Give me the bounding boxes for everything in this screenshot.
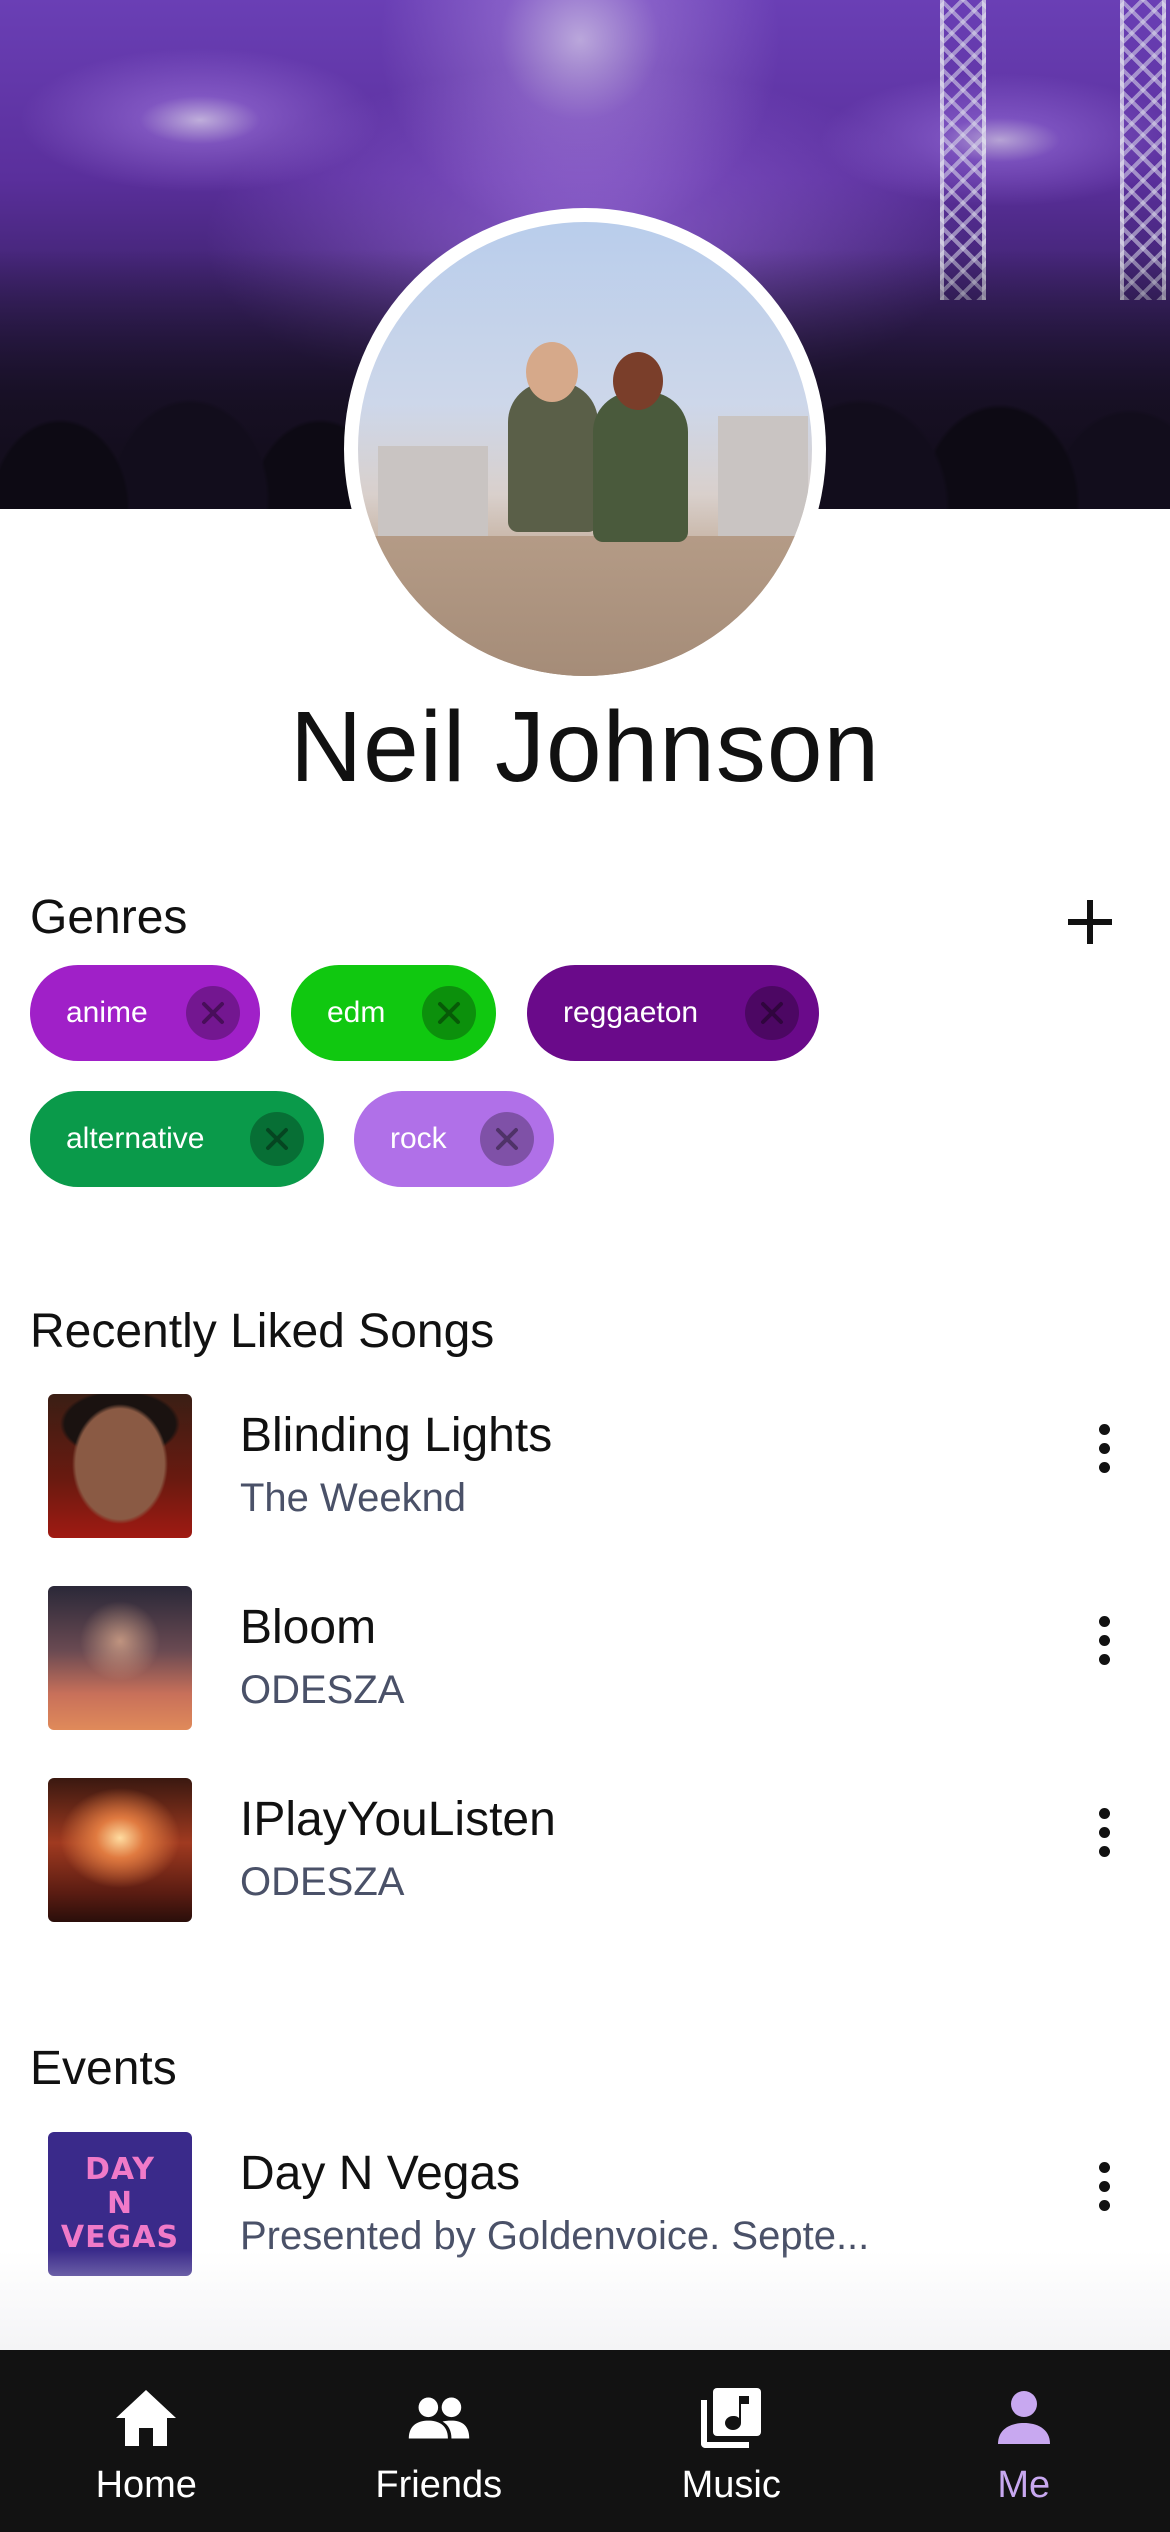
event-art-text: N — [106, 2186, 134, 2221]
event-art-text: DAY — [85, 2152, 155, 2187]
genre-chip-label: reggaeton — [563, 996, 699, 1029]
song-row[interactable]: Blinding Lights The Weeknd — [0, 1394, 1170, 1554]
song-row[interactable]: IPlayYouListen ODESZA — [0, 1778, 1170, 1938]
close-icon — [266, 1128, 288, 1150]
song-artist: ODESZA — [240, 1668, 405, 1712]
plus-icon — [1068, 900, 1112, 944]
close-icon — [761, 1002, 783, 1024]
close-icon — [202, 1002, 224, 1024]
nav-home[interactable]: Home — [0, 2350, 293, 2532]
nav-label: Home — [95, 2464, 197, 2506]
genres-heading: Genres — [30, 891, 188, 944]
song-artist: ODESZA — [240, 1860, 405, 1904]
genre-chip-label: edm — [327, 996, 386, 1029]
nav-label: Me — [997, 2464, 1051, 2506]
close-icon — [438, 1002, 460, 1024]
home-icon — [114, 2386, 178, 2450]
song-title: IPlayYouListen — [240, 1793, 556, 1846]
song-row[interactable]: Bloom ODESZA — [0, 1586, 1170, 1746]
person-icon — [992, 2386, 1056, 2450]
nav-label: Friends — [375, 2464, 503, 2506]
close-icon — [496, 1128, 518, 1150]
nav-music[interactable]: Music — [585, 2350, 878, 2532]
genre-chip-label: alternative — [66, 1122, 205, 1155]
genre-chip[interactable]: reggaeton — [527, 965, 819, 1061]
album-art — [48, 1778, 192, 1922]
more-options-icon[interactable] — [1080, 2146, 1128, 2226]
avatar-photo — [358, 222, 812, 676]
avatar[interactable] — [344, 208, 826, 690]
liked-songs-heading: Recently Liked Songs — [30, 1305, 495, 1358]
events-heading: Events — [30, 2042, 177, 2095]
bottom-navigation: Home Friends Music Me — [0, 2350, 1170, 2532]
genre-chip[interactable]: anime — [30, 965, 260, 1061]
remove-genre-button[interactable] — [480, 1112, 534, 1166]
more-options-icon[interactable] — [1080, 1408, 1128, 1488]
album-art — [48, 1586, 192, 1730]
scroll-fade — [0, 2250, 1170, 2350]
music-library-icon — [699, 2386, 763, 2450]
more-options-icon[interactable] — [1080, 1792, 1128, 1872]
nav-friends[interactable]: Friends — [293, 2350, 586, 2532]
album-art — [48, 1394, 192, 1538]
nav-me[interactable]: Me — [878, 2350, 1170, 2532]
remove-genre-button[interactable] — [250, 1112, 304, 1166]
remove-genre-button[interactable] — [422, 986, 476, 1040]
song-title: Bloom — [240, 1601, 377, 1654]
profile-screen: Neil Johnson Genres anime edm reggaeton … — [0, 0, 1170, 2532]
friends-icon — [407, 2386, 471, 2450]
remove-genre-button[interactable] — [186, 986, 240, 1040]
genre-chip-label: anime — [66, 996, 148, 1029]
add-genre-button[interactable] — [1060, 892, 1120, 952]
genre-chip[interactable]: edm — [291, 965, 496, 1061]
nav-label: Music — [681, 2464, 781, 2506]
more-options-icon[interactable] — [1080, 1600, 1128, 1680]
song-title: Blinding Lights — [240, 1409, 553, 1462]
song-artist: The Weeknd — [240, 1476, 467, 1520]
genre-chip[interactable]: rock — [354, 1091, 554, 1187]
remove-genre-button[interactable] — [745, 986, 799, 1040]
genre-chip[interactable]: alternative — [30, 1091, 324, 1187]
genre-chip-label: rock — [390, 1122, 447, 1155]
profile-name: Neil Johnson — [289, 691, 881, 803]
event-title: Day N Vegas — [240, 2147, 521, 2200]
